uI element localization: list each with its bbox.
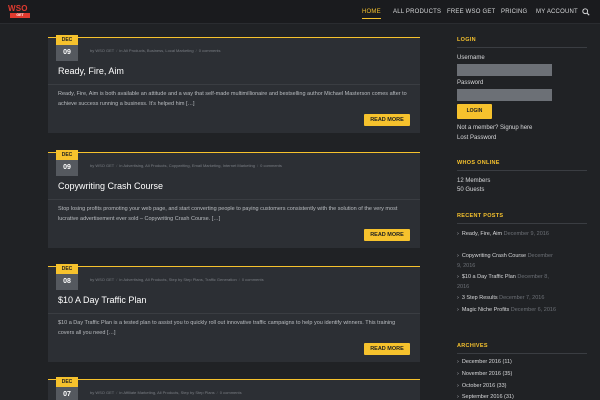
online-widget-title: WHOS ONLINE (457, 160, 500, 166)
post-date: DEC 07 (56, 377, 78, 400)
post-card: DEC 07 by WSO GET / in Affiliate Marketing… (48, 377, 420, 400)
archive-link[interactable]: October 2016 (33) (462, 383, 507, 389)
nav-my-account[interactable]: MY ACCOUNT (536, 0, 578, 24)
recent-post-date: December 6, 2016 (510, 307, 557, 313)
post-day: 08 (56, 274, 78, 290)
recent-post-item[interactable]: › 3 Step Results December 7, 2016 (457, 293, 557, 303)
read-more-button[interactable]: READ MORE (364, 343, 410, 355)
archives-title: ARCHIVES (457, 343, 488, 349)
post-date: DEC 09 (56, 150, 78, 176)
divider (457, 353, 587, 354)
divider (457, 47, 587, 48)
site-logo[interactable]: WSO GET (8, 4, 32, 19)
divider (48, 313, 420, 314)
post-excerpt: $10 a Day Traffic Plan is a tested plan … (58, 320, 396, 336)
recent-post-title[interactable]: Magic Niche Profits (462, 307, 509, 313)
post-month: DEC (56, 377, 78, 387)
post-card: DEC 09 by WSO GET / in Ali Products, Busin… (48, 35, 420, 133)
recent-post-date: December 9, 2016 (503, 231, 549, 237)
search-icon[interactable] (582, 8, 590, 16)
post-categories[interactable]: in Ali Products, Business, Local Marketi… (119, 48, 193, 53)
post-comments[interactable]: 0 comments (199, 48, 221, 53)
post-month: DEC (56, 35, 78, 45)
signup-link[interactable]: Not a member? Signup here (457, 125, 532, 131)
login-widget-title: LOGIN (457, 37, 476, 43)
recent-post-title[interactable]: Ready, Fire, Aim (462, 231, 502, 237)
post-title[interactable]: $10 A Day Traffic Plan (58, 295, 146, 305)
login-button[interactable]: LOGIN (457, 104, 492, 119)
online-members: 12 Members (457, 178, 491, 184)
divider (457, 170, 587, 171)
recent-post-title[interactable]: $10 a Day Traffic Plan (462, 274, 516, 280)
post-date: DEC 09 (56, 35, 78, 61)
post-comments[interactable]: 0 comments (242, 277, 264, 282)
nav-home[interactable]: HOME (362, 0, 381, 24)
archive-item[interactable]: › November 2016 (35) (457, 371, 512, 377)
post-meta: by WSO GET / in Ali Products, Business, Lo… (90, 48, 221, 53)
recent-post-item[interactable]: › Copywriting Crash Course December 9, 20… (457, 251, 557, 271)
username-label: Username (457, 55, 485, 61)
post-meta: by WSO GET / in Affiliate Marketing, Ali P… (90, 390, 242, 395)
post-title[interactable]: Copywriting Crash Course (58, 181, 163, 191)
post-author[interactable]: by WSO GET (90, 277, 114, 282)
post-categories[interactable]: in Advertising, Ali Products, Copywritin… (119, 163, 255, 168)
archive-item[interactable]: › October 2016 (33) (457, 383, 506, 389)
recent-post-title[interactable]: 3 Step Results (462, 295, 498, 301)
post-meta: by WSO GET / in Advertising, Ali Products,… (90, 277, 264, 282)
nav-free-wso-get[interactable]: FREE WSO GET (447, 0, 495, 24)
post-date: DEC 08 (56, 264, 78, 290)
post-day: 07 (56, 387, 78, 400)
recent-post-item[interactable]: › Ready, Fire, Aim December 9, 2016 (457, 229, 557, 239)
post-excerpt: Ready, Fire, Aim is both available an at… (58, 91, 407, 107)
nav-pricing[interactable]: PRICING (501, 0, 527, 24)
post-month: DEC (56, 264, 78, 274)
divider (48, 84, 420, 85)
logo-text: WSO (8, 4, 28, 13)
post-day: 09 (56, 45, 78, 61)
recent-post-item[interactable]: › Magic Niche Profits December 6, 2016 (457, 305, 557, 315)
post-day: 09 (56, 160, 78, 176)
post-author[interactable]: by WSO GET (90, 163, 114, 168)
archive-item[interactable]: › September 2016 (31) (457, 394, 514, 400)
post-author[interactable]: by WSO GET (90, 390, 114, 395)
recent-post-title[interactable]: Copywriting Crash Course (462, 253, 526, 259)
archive-item[interactable]: › December 2016 (11) (457, 359, 512, 365)
post-card: DEC 09 by WSO GET / in Advertising, Ali Pr… (48, 150, 420, 248)
archive-link[interactable]: November 2016 (35) (462, 371, 512, 377)
archive-link[interactable]: December 2016 (11) (462, 359, 512, 365)
recent-post-date: December 7, 2016 (499, 295, 545, 301)
post-card: DEC 08 by WSO GET / in Advertising, Ali Pr… (48, 264, 420, 362)
post-excerpt: Stop losing profits promoting your web p… (58, 206, 398, 222)
recent-posts-title: RECENT POSTS (457, 213, 504, 219)
online-guests: 50 Guests (457, 187, 485, 193)
post-meta: by WSO GET / in Advertising, Ali Products,… (90, 163, 282, 168)
username-field[interactable] (457, 64, 552, 76)
password-label: Password (457, 80, 484, 86)
read-more-button[interactable]: READ MORE (364, 229, 410, 241)
divider (457, 223, 587, 224)
post-month: DEC (56, 150, 78, 160)
archive-link[interactable]: September 2016 (31) (462, 394, 514, 400)
post-comments[interactable]: 0 comments (260, 163, 282, 168)
post-categories[interactable]: in Advertising, Ali Products, Step by St… (119, 277, 236, 282)
post-categories[interactable]: in Affiliate Marketing, Ali Products, St… (119, 390, 214, 395)
post-title[interactable]: Ready, Fire, Aim (58, 66, 124, 76)
nav-all-products[interactable]: ALL PRODUCTS (393, 0, 441, 24)
post-comments[interactable]: 0 comments (220, 390, 242, 395)
post-author[interactable]: by WSO GET (90, 48, 114, 53)
recent-post-item[interactable]: › $10 a Day Traffic Plan December 8, 2016 (457, 272, 557, 292)
lost-password-link[interactable]: Lost Password (457, 135, 496, 141)
logo-badge: GET (10, 13, 30, 18)
site-header: WSO GET HOME ALL PRODUCTS FREE WSO GET P… (0, 0, 600, 24)
divider (48, 199, 420, 200)
read-more-button[interactable]: READ MORE (364, 114, 410, 126)
password-field[interactable] (457, 89, 552, 101)
